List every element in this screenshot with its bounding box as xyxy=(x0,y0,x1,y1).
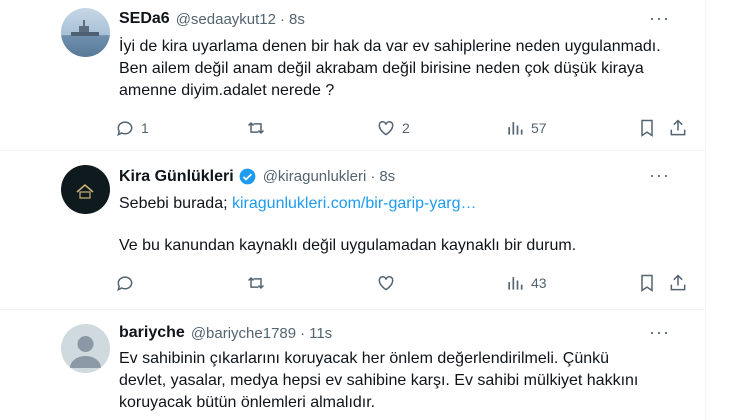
like-count: 2 xyxy=(402,120,410,136)
separator: · xyxy=(300,324,306,342)
reply-count: 1 xyxy=(141,120,149,136)
separator: · xyxy=(280,10,285,28)
avatar[interactable] xyxy=(61,165,110,214)
reply-button[interactable]: 1 xyxy=(115,118,149,138)
share-icon xyxy=(670,274,686,291)
bookmark-button[interactable] xyxy=(637,273,657,293)
user-handle[interactable]: @kiragunlukleri xyxy=(263,168,367,185)
default-avatar-icon xyxy=(70,336,101,368)
avatar[interactable] xyxy=(61,8,110,57)
tweet-line: Sebebi burada; kiragunlukleri.com/bir-ga… xyxy=(119,193,477,214)
tweet-line: İyi de kira uyarlama denen bir hak da va… xyxy=(119,38,661,55)
verified-badge-icon xyxy=(239,168,256,185)
like-icon xyxy=(378,275,394,291)
display-name[interactable]: Kira Günlükleri xyxy=(119,168,234,186)
views-icon xyxy=(508,122,523,135)
tweet-header: bariyche @bariyche1789 · 11s xyxy=(119,324,332,342)
views-button[interactable]: 57 xyxy=(505,118,547,138)
bookmark-icon xyxy=(641,119,653,137)
retweet-icon xyxy=(247,121,265,135)
user-handle[interactable]: @sedaaykut12 xyxy=(176,11,276,28)
house-logo-icon xyxy=(76,184,94,199)
display-name[interactable]: SEDa6 xyxy=(119,10,170,28)
like-icon xyxy=(378,120,394,136)
bookmark-icon xyxy=(641,274,653,292)
avatar[interactable] xyxy=(61,324,110,373)
retweet-icon xyxy=(247,276,265,290)
more-icon[interactable]: ··· xyxy=(649,8,670,29)
bookmark-button[interactable] xyxy=(637,118,657,138)
view-count: 43 xyxy=(531,275,547,291)
tweet-line: koruyacak bütün önlemleri almalıdır. xyxy=(119,394,376,411)
timestamp[interactable]: 8s xyxy=(379,168,395,185)
tweet-actions: 1 2 57 xyxy=(115,118,690,142)
tweet-header: Kira Günlükleri @kiragunlukleri · 8s xyxy=(119,167,395,186)
more-icon[interactable]: ··· xyxy=(649,322,670,343)
timestamp[interactable]: 8s xyxy=(289,11,305,28)
tweet-seda6[interactable]: SEDa6 @sedaaykut12 · 8s ··· İyi de kira … xyxy=(0,0,706,150)
reply-icon xyxy=(117,276,133,292)
tweet-line: devlet, yasalar, medya hepsi ev sahibine… xyxy=(119,372,639,389)
tweet-line: Ben ailem değil anam değil akrabam değil… xyxy=(119,60,644,77)
share-button[interactable] xyxy=(668,118,688,138)
tweet-text: Sebebi burada; xyxy=(119,195,232,212)
tweet-header: SEDa6 @sedaaykut12 · 8s xyxy=(119,10,305,28)
views-button[interactable]: 43 xyxy=(505,273,547,293)
user-handle[interactable]: @bariyche1789 xyxy=(191,325,296,342)
tweet-bariyche[interactable]: bariyche @bariyche1789 · 11s ··· Ev sahi… xyxy=(0,310,706,420)
display-name[interactable]: bariyche xyxy=(119,324,185,342)
tweet-line: amenne diyim.adalet nerede ? xyxy=(119,82,335,99)
tweet-actions: 43 xyxy=(115,273,690,297)
reply-icon xyxy=(117,121,133,137)
retweet-button[interactable] xyxy=(246,273,266,293)
tweet-link[interactable]: kiragunlukleri.com/bir-garip-yarg… xyxy=(232,195,477,212)
reply-button[interactable] xyxy=(115,273,135,293)
tweet-kira-gunlukleri[interactable]: Kira Günlükleri @kiragunlukleri · 8s ···… xyxy=(0,151,706,309)
like-button[interactable] xyxy=(376,273,396,293)
retweet-button[interactable] xyxy=(246,118,266,138)
share-button[interactable] xyxy=(668,273,688,293)
like-button[interactable]: 2 xyxy=(376,118,410,138)
tweet-line: Ev sahibinin çıkarlarını koruyacak her ö… xyxy=(119,350,610,367)
tweet-line: Ve bu kanundan kaynaklı değil uygulamada… xyxy=(119,237,577,254)
more-icon[interactable]: ··· xyxy=(649,165,670,186)
share-icon xyxy=(670,119,686,136)
view-count: 57 xyxy=(531,120,547,136)
timestamp[interactable]: 11s xyxy=(309,325,332,342)
separator: · xyxy=(370,168,376,185)
ship-icon xyxy=(71,20,99,36)
views-icon xyxy=(508,277,523,290)
